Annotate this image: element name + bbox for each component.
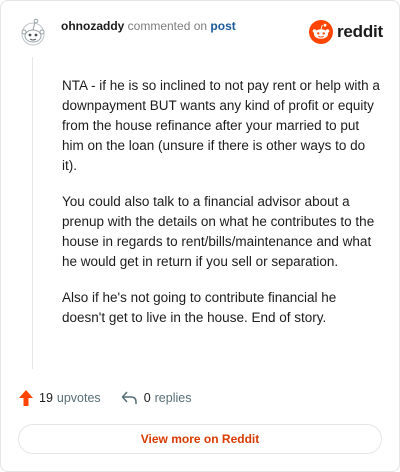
- thread-line: [32, 57, 33, 369]
- upvote-arrow-icon[interactable]: [18, 389, 34, 407]
- username-link[interactable]: ohnozaddy: [61, 19, 124, 33]
- comment-paragraph: You could also talk to a financial advis…: [62, 194, 375, 269]
- comment-paragraph: Also if he's not going to contribute fin…: [62, 290, 337, 325]
- reddit-brand[interactable]: reddit: [308, 20, 383, 44]
- comment-paragraph: NTA - if he is so inclined to not pay re…: [62, 78, 380, 173]
- snoo-avatar-icon[interactable]: [18, 16, 48, 50]
- replies-button[interactable]: 0 replies: [121, 391, 192, 405]
- reply-arrow-icon[interactable]: [121, 391, 138, 405]
- comment-header: ohnozaddy commented on post reddit: [18, 15, 383, 51]
- upvotes-label: upvotes: [56, 391, 101, 405]
- reddit-logo-icon: [308, 20, 333, 44]
- view-more-button[interactable]: View more on Reddit: [18, 424, 382, 454]
- replies-label: replies: [154, 391, 192, 405]
- post-link[interactable]: post: [210, 19, 235, 33]
- upvotes-count: 19: [39, 391, 53, 405]
- reddit-wordmark: reddit: [336, 22, 383, 41]
- replies-count: 0: [143, 391, 151, 405]
- comment-embed-card: ohnozaddy commented on post reddit NTA -…: [0, 0, 400, 472]
- comment-meta: ohnozaddy commented on post: [61, 19, 236, 33]
- comment-body: NTA - if he is so inclined to not pay re…: [62, 76, 380, 344]
- upvotes-button[interactable]: 19 upvotes: [18, 389, 101, 407]
- comment-actions: 19 upvotes 0 replies: [18, 389, 191, 407]
- commented-on-text: commented on: [127, 19, 208, 33]
